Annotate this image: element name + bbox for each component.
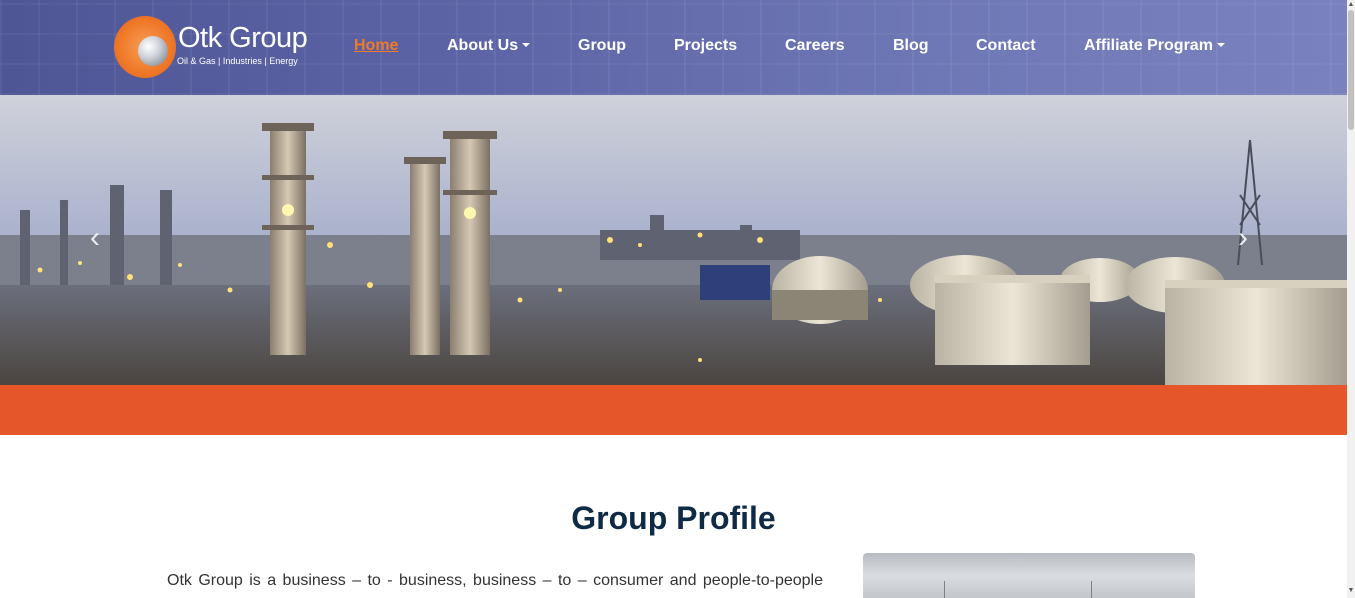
nav-contact[interactable]: Contact (976, 37, 1036, 55)
site-header: Otk Group Oil & Gas | Industries | Energ… (0, 0, 1347, 95)
carousel-prev-icon[interactable]: ‹ (90, 223, 100, 253)
nav-about-us[interactable]: About Us (447, 37, 531, 55)
nav-group[interactable]: Group (578, 37, 626, 55)
nav-home[interactable]: Home (354, 37, 398, 55)
accent-band (0, 385, 1347, 435)
scrollbar-thumb[interactable] (1348, 10, 1354, 130)
logo-emblem-icon (114, 16, 176, 78)
nav-blog[interactable]: Blog (893, 37, 929, 55)
brand-logo[interactable]: Otk Group Oil & Gas | Industries | Energ… (114, 16, 324, 78)
carousel-next-icon[interactable]: › (1238, 223, 1248, 253)
caret-down-icon (1216, 43, 1225, 47)
brand-name: Otk Group (178, 22, 308, 54)
scroll-down-icon[interactable]: ▼ (1347, 586, 1355, 596)
brand-tagline: Oil & Gas | Industries | Energy (177, 56, 298, 66)
profile-image (863, 553, 1195, 598)
section-title: Group Profile (571, 500, 776, 536)
nav-affiliate-program-label: Affiliate Program (1084, 37, 1213, 54)
nav-projects[interactable]: Projects (674, 37, 737, 55)
nav-about-us-label: About Us (447, 37, 519, 54)
profile-text: Otk Group is a business – to - business,… (167, 572, 823, 589)
refinery-image (0, 95, 1347, 385)
scroll-up-icon[interactable]: ▲ (1347, 0, 1355, 10)
nav-careers[interactable]: Careers (785, 37, 845, 55)
nav-affiliate-program[interactable]: Affiliate Program (1084, 37, 1225, 55)
hero-carousel: ‹ › (0, 95, 1347, 385)
caret-down-icon (522, 43, 531, 47)
